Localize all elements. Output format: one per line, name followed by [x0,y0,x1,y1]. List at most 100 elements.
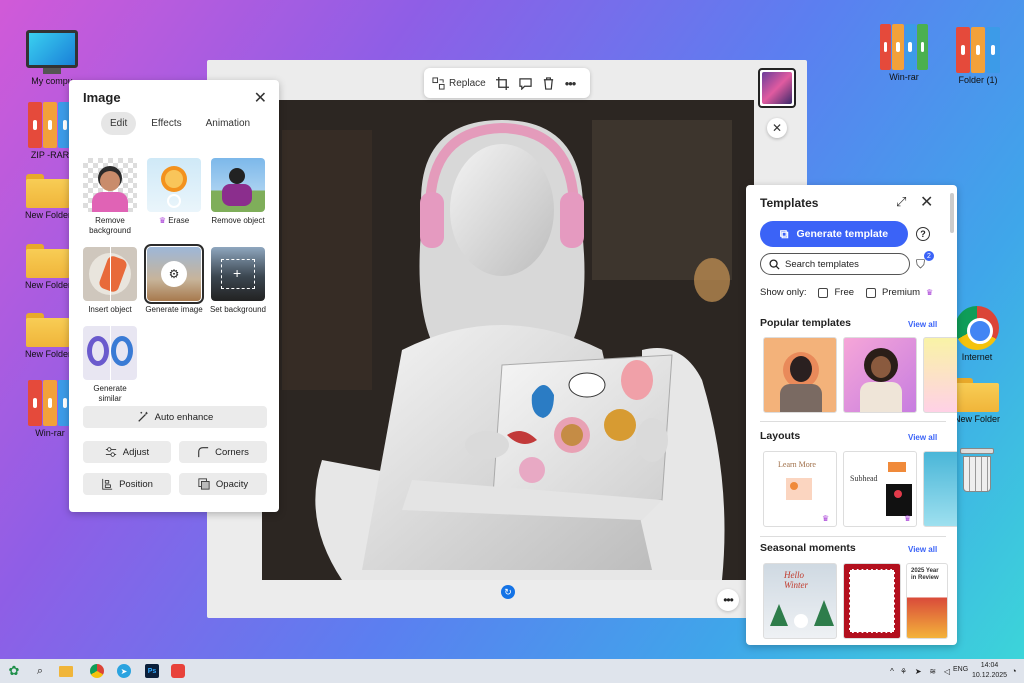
tab-effects[interactable]: Effects [142,112,190,135]
template-card[interactable] [923,337,957,413]
canvas-more-button[interactable]: ••• [717,589,739,611]
tray-icons[interactable]: ⚘ ➤ ≋ ◁ [900,663,950,679]
sliders-icon: ⚙ [161,261,187,287]
delete-icon [543,76,553,90]
section-divider [760,421,946,422]
tool-remove-object[interactable]: Remove object [209,158,267,226]
seasonal-view-all-link[interactable]: View all [908,545,937,554]
rotate-button[interactable]: ↻ [501,585,515,599]
expand-button[interactable]: ⤢ [896,194,906,210]
photoshop-button[interactable]: Ps [144,663,160,679]
template-card-title: Hello Winter [784,570,808,590]
more-options-button[interactable]: ••• [564,75,577,91]
comment-icon [519,77,532,90]
tab-animation[interactable]: Animation [197,112,259,135]
replace-button[interactable]: Replace [432,76,486,90]
template-card[interactable] [843,337,917,413]
opacity-icon [198,478,210,490]
template-card-title: 2025 Year in Review [911,568,939,581]
desktop-icon-my-computer[interactable]: My compu [17,30,87,86]
position-icon [102,478,113,490]
start-button[interactable]: ✿ [6,663,22,679]
network-icon: ⚘ [900,666,908,676]
generate-image-thumbnail: ⚙ [144,244,204,304]
tool-label: Insert object [88,305,132,314]
filter-button[interactable]: ⛉ [916,257,925,272]
chrome-taskbar-button[interactable] [89,663,105,679]
tab-edit[interactable]: Edit [101,112,137,135]
crop-icon [495,76,509,90]
telegram-tray-icon: ➤ [914,666,922,676]
replace-icon [432,76,445,90]
magic-wand-icon [137,411,148,422]
close-icon: ✕ [253,90,267,107]
templates-close-button[interactable]: ✕ [920,192,933,212]
template-card[interactable] [763,337,837,413]
desktop-icon-win-rar-right[interactable]: Win-rar [869,24,939,82]
filter-count-badge: 2 [924,251,934,261]
premium-checkbox[interactable] [866,287,877,298]
desktop-icon-label: Win-rar [889,72,919,82]
page-thumbnail[interactable] [758,68,796,108]
tool-label: Remove background [89,216,131,235]
desktop-icon-label: Folder (1) [958,75,998,85]
canvas-image[interactable] [262,100,754,580]
close-icon: ✕ [920,194,934,211]
tool-insert-object[interactable]: Insert object [81,247,139,315]
tool-erase[interactable]: ♛ Erase [145,158,203,226]
delete-button[interactable] [542,76,555,90]
language-indicator[interactable]: ENG [953,666,968,673]
template-card-title: Learn More [778,460,816,469]
auto-enhance-button[interactable]: Auto enhance [83,406,267,428]
clock[interactable]: 14:04 10.12.2025 [972,661,1007,681]
free-checkbox[interactable] [818,287,829,298]
more-icon: ••• [564,75,577,91]
template-card[interactable]: Hello Winter [763,563,837,639]
generate-template-button[interactable]: ⧉ Generate template [760,221,908,247]
position-button[interactable]: Position [83,473,171,495]
crop-button[interactable] [495,76,509,90]
file-explorer-button[interactable] [58,663,74,679]
opacity-button[interactable]: Opacity [179,473,267,495]
tool-generate-image[interactable]: ⚙ Generate image [144,244,204,315]
template-card[interactable]: Subhead ♛ [843,451,917,527]
close-page-button[interactable]: ✕ [767,118,787,138]
wifi-icon: ≋ [929,666,937,676]
image-panel-tabs: Edit Effects Animation [101,112,259,135]
desktop-icon-folder-1[interactable]: Folder (1) [943,27,1013,85]
expand-icon: ⤢ [896,194,907,209]
templates-scrollbar[interactable] [950,193,954,233]
tool-remove-background[interactable]: Remove background [81,158,139,236]
telegram-button[interactable]: ➤ [116,663,132,679]
tool-set-background[interactable]: + Set background [209,247,267,315]
comment-button[interactable] [519,77,532,90]
search-templates-input[interactable]: Search templates [760,253,910,275]
template-card[interactable]: Learn More ♛ [763,451,837,527]
adjust-button[interactable]: Adjust [83,441,171,463]
filter-icon: ⛉ [916,257,926,271]
position-label: Position [119,478,153,490]
template-card[interactable]: 2025 Year in Review [906,563,948,639]
search-button[interactable]: ⌕ [32,663,48,679]
layouts-view-all-link[interactable]: View all [908,433,937,442]
tool-generate-similar[interactable]: Generate similar [81,326,139,404]
notifications-button[interactable]: ◔ [1006,663,1022,679]
opacity-label: Opacity [215,478,249,490]
insert-object-thumbnail [83,247,137,301]
section-divider [760,536,946,537]
tray-expand[interactable]: ^ [884,663,900,679]
image-panel-close-button[interactable]: ✕ [254,88,267,108]
archive-icon [880,24,928,70]
folder-icon [26,174,70,208]
monitor-stand [43,68,61,74]
popular-view-all-link[interactable]: View all [908,320,937,329]
show-only-filters: Show only: Free Premium ♛ [760,287,933,298]
template-card[interactable] [923,451,957,527]
tool-label: ♛ Erase [145,216,203,226]
adjust-icon [105,447,116,457]
help-button[interactable]: ? [916,227,930,241]
corners-button[interactable]: Corners [179,441,267,463]
template-card[interactable] [843,563,901,639]
statue-photo [262,100,754,580]
adobe-express-button[interactable] [170,663,186,679]
